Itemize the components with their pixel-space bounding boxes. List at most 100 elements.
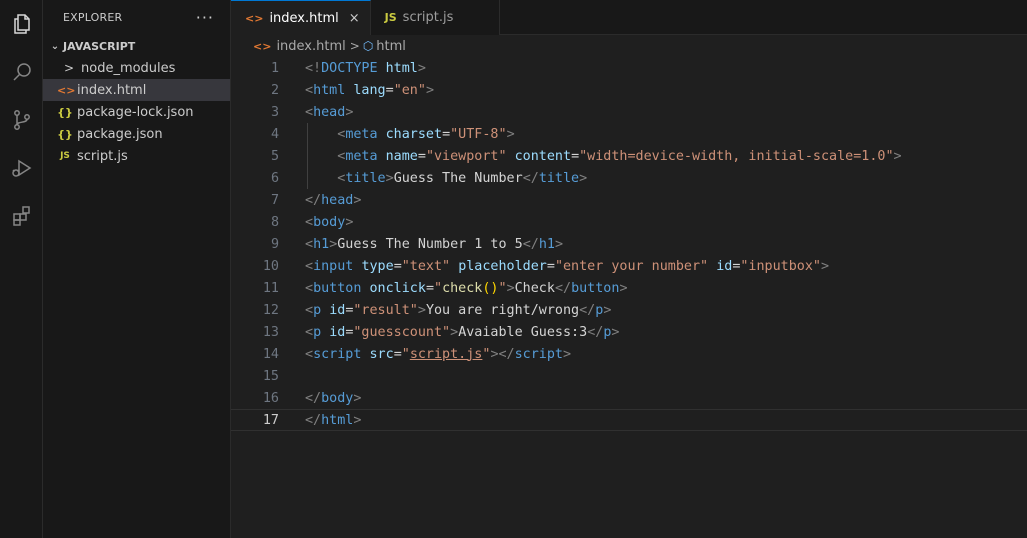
breadcrumb-file[interactable]: index.html <box>276 39 345 54</box>
code-token: > <box>563 346 572 362</box>
code-line[interactable]: 16 </body> <box>231 387 1027 409</box>
code-token: " <box>434 280 443 296</box>
code-token: > <box>579 170 588 186</box>
line-number: 15 <box>262 368 279 384</box>
code-token: = <box>417 148 426 164</box>
tree-item-script-js[interactable]: JS script.js <box>43 145 230 167</box>
tree-item-node-modules[interactable]: > node_modules <box>43 57 230 79</box>
code-token: "enter your number" <box>554 258 709 274</box>
code-token: script <box>313 346 362 362</box>
code-line[interactable]: 3 <head> <box>231 101 1027 123</box>
code-token: > <box>345 214 354 230</box>
code-token: You are right/wrong <box>425 302 580 318</box>
json-file-icon: {} <box>57 105 73 119</box>
editor-area: <> index.html × JS script.js <> index.ht… <box>231 0 1027 538</box>
tab-index-html[interactable]: <> index.html × <box>231 0 371 35</box>
code-token: < <box>305 104 314 120</box>
code-line[interactable]: 5 <meta name="viewport" content="width=d… <box>231 145 1027 167</box>
folder-section-label: JAVASCRIPT <box>63 39 136 53</box>
chevron-right-icon: > <box>63 61 75 75</box>
code-line[interactable]: 8 <body> <box>231 211 1027 233</box>
search-icon[interactable] <box>0 50 43 94</box>
code-token: </ <box>305 390 322 406</box>
tab-script-js[interactable]: JS script.js <box>370 0 501 35</box>
code-line[interactable]: 14 <script src="script.js"></script> <box>231 343 1027 365</box>
code-line[interactable]: 2 <html lang="en"> <box>231 79 1027 101</box>
code-line[interactable]: 11 <button onclick="check()">Check</butto… <box>231 277 1027 299</box>
code-token: </ <box>522 236 539 252</box>
html-file-icon: <> <box>253 39 272 53</box>
code-token: head <box>321 192 354 208</box>
code-token: < <box>305 258 314 274</box>
code-token: html <box>313 82 346 98</box>
code-text: <p id="guesscount">Avaiable Guess:3</p> <box>305 325 619 340</box>
code-token: "UTF-8" <box>450 126 507 142</box>
code-token: id <box>329 302 346 318</box>
breadcrumb-separator: > <box>349 39 360 53</box>
code-line[interactable]: 17 </html> <box>231 409 1027 431</box>
code-line[interactable]: 15 <box>231 365 1027 387</box>
close-icon[interactable]: × <box>349 11 360 26</box>
line-number: 11 <box>262 280 279 296</box>
line-number: 9 <box>270 236 279 252</box>
code-line[interactable]: 13 <p id="guesscount">Avaiable Guess:3</p… <box>231 321 1027 343</box>
code-token: < <box>305 302 314 318</box>
code-text: <meta charset="UTF-8"> <box>305 126 515 142</box>
files-icon[interactable] <box>0 2 43 46</box>
code-token: "result" <box>353 302 418 318</box>
line-number: 2 <box>270 82 279 98</box>
code-token: = <box>393 258 402 274</box>
js-file-icon: JS <box>60 151 70 161</box>
tab-bar: <> index.html × JS script.js <box>231 0 1027 35</box>
code-token: > <box>345 104 354 120</box>
code-token: input <box>313 258 354 274</box>
more-actions-icon[interactable]: ··· <box>196 9 214 26</box>
code-text: <html lang="en"> <box>305 83 434 98</box>
code-text: <title>Guess The Number</title> <box>305 171 587 186</box>
code-line[interactable]: 12 <p id="result">You are right/wrong</p> <box>231 299 1027 321</box>
code-token: > <box>385 170 394 186</box>
code-token: <! <box>305 60 322 76</box>
code-token: name <box>385 148 418 164</box>
code-token: < <box>305 346 314 362</box>
code-token: > <box>417 302 426 318</box>
html-file-icon: <> <box>245 11 264 25</box>
line-number: 13 <box>262 324 279 340</box>
code-token: button <box>571 280 620 296</box>
folder-section-javascript[interactable]: ⌄ JAVASCRIPT <box>43 35 230 57</box>
tree-item-index-html[interactable]: <> index.html <box>43 79 230 101</box>
code-line[interactable]: 9 <h1>Guess The Number 1 to 5</h1> <box>231 233 1027 255</box>
code-token: < <box>305 280 314 296</box>
tree-item-package-lock-json[interactable]: {} package-lock.json <box>43 101 230 123</box>
code-token: > <box>611 324 620 340</box>
code-line[interactable]: 10 <input type="text" placeholder="enter … <box>231 255 1027 277</box>
tree-item-package-json[interactable]: {} package.json <box>43 123 230 145</box>
code-token: < <box>305 324 314 340</box>
tree-item-label: index.html <box>77 82 147 98</box>
code-token: onclick <box>369 280 426 296</box>
code-token: placeholder <box>458 258 547 274</box>
code-token: p <box>313 302 322 318</box>
code-token: button <box>313 280 362 296</box>
tree-item-label: node_modules <box>81 60 176 76</box>
code-editor[interactable]: 1 <!DOCTYPE html> 2 <html lang="en"> 3 <head>… <box>231 57 1027 431</box>
code-line[interactable]: 1 <!DOCTYPE html> <box>231 57 1027 79</box>
explorer-title: EXPLORER <box>63 11 123 24</box>
code-token: p <box>313 324 322 340</box>
extensions-icon[interactable] <box>0 194 43 238</box>
code-text: <!DOCTYPE html> <box>305 61 426 76</box>
breadcrumb-symbol[interactable]: html <box>376 39 406 54</box>
code-line[interactable]: 4 <meta charset="UTF-8"> <box>231 123 1027 145</box>
breadcrumb: <> index.html > ⬡ html <box>231 35 1027 57</box>
code-line[interactable]: 6 <title>Guess The Number</title> <box>231 167 1027 189</box>
run-debug-icon[interactable] <box>0 146 43 190</box>
line-number: 16 <box>262 390 279 406</box>
code-line[interactable]: 7 </head> <box>231 189 1027 211</box>
code-token: > <box>506 126 515 142</box>
source-control-icon[interactable] <box>0 98 43 142</box>
